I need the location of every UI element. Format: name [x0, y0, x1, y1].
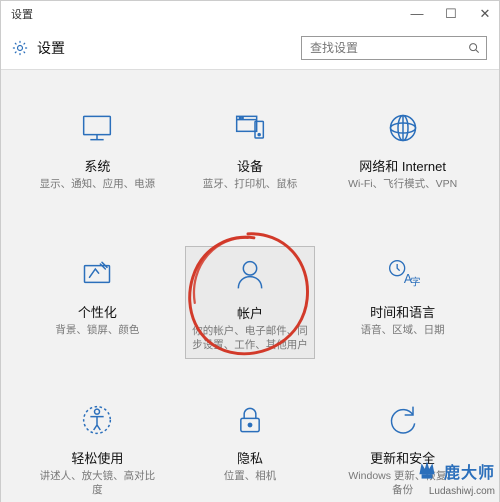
ease-icon: [77, 398, 117, 440]
tile-title: 系统: [84, 156, 110, 175]
tile-ease-of-access[interactable]: 轻松使用 讲述人、放大镜、高对比度: [32, 392, 162, 502]
tile-sub: 显示、通知、应用、电源: [38, 177, 158, 191]
devices-icon: [230, 106, 270, 148]
settings-window: 设置 — ☐ ✕ 设置: [0, 0, 500, 502]
tile-title: 个性化: [78, 302, 117, 321]
tile-sub: 位置、相机: [222, 469, 279, 483]
tile-title: 轻松使用: [71, 448, 123, 467]
window-chrome: 设置 — ☐ ✕: [1, 1, 499, 27]
gear-icon: [11, 39, 29, 57]
tile-title: 网络和 Internet: [359, 156, 446, 175]
tile-personalization[interactable]: 个性化 背景、锁屏、颜色: [32, 246, 162, 343]
tile-privacy[interactable]: 隐私 位置、相机: [185, 392, 315, 489]
search-input[interactable]: [308, 40, 467, 56]
system-icon: [77, 106, 117, 148]
update-icon: [383, 398, 423, 440]
chrome-title: 设置: [11, 6, 33, 22]
tile-title: 隐私: [237, 448, 263, 467]
close-button[interactable]: ✕: [475, 6, 495, 22]
watermark-brand: 鹿大师: [444, 459, 495, 483]
watermark-logo-icon: [414, 458, 440, 484]
tile-sub: 背景、锁屏、颜色: [53, 323, 141, 337]
privacy-icon: [230, 398, 270, 440]
header-bar: 设置: [1, 27, 499, 70]
tile-title: 帐户: [237, 303, 263, 322]
search-box[interactable]: [301, 36, 487, 60]
watermark-url: Ludashiwj.com: [429, 486, 495, 497]
tile-network[interactable]: 网络和 Internet Wi-Fi、飞行模式、VPN: [338, 100, 468, 197]
personalization-icon: [77, 252, 117, 294]
tile-sub: 语音、区域、日期: [359, 323, 447, 337]
search-icon: [467, 41, 481, 55]
tile-time-language[interactable]: A 字 时间和语言 语音、区域、日期: [338, 246, 468, 343]
tile-devices[interactable]: 设备 蓝牙、打印机、鼠标: [185, 100, 315, 197]
accounts-icon: [230, 253, 270, 295]
tile-title: 时间和语言: [370, 302, 435, 321]
svg-text:字: 字: [410, 276, 420, 289]
watermark: 鹿大师 Ludashiwj.com: [414, 458, 495, 497]
settings-grid: 系统 显示、通知、应用、电源 设备 蓝牙、打印机、鼠标: [1, 70, 499, 502]
time-language-icon: A 字: [383, 252, 423, 294]
tile-sub: 蓝牙、打印机、鼠标: [201, 177, 300, 191]
maximize-button[interactable]: ☐: [441, 6, 461, 22]
tile-sub: Wi-Fi、飞行模式、VPN: [346, 177, 459, 191]
tile-sub: 你的帐户、电子邮件、同步设置、工作、其他用户: [190, 324, 310, 352]
network-icon: [383, 106, 423, 148]
tile-accounts[interactable]: 帐户 你的帐户、电子邮件、同步设置、工作、其他用户: [185, 246, 315, 359]
tile-title: 设备: [237, 156, 263, 175]
tile-system[interactable]: 系统 显示、通知、应用、电源: [32, 100, 162, 197]
minimize-button[interactable]: —: [407, 6, 427, 22]
page-title: 设置: [37, 38, 65, 58]
tile-sub: 讲述人、放大镜、高对比度: [36, 469, 158, 497]
